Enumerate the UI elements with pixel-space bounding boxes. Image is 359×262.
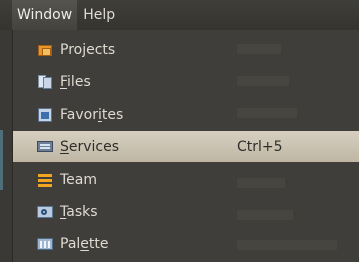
tasks-icon: [37, 204, 53, 220]
menu-item-label: Team: [60, 171, 98, 188]
app-screen: Window Help Projects Files Favorites Ser…: [0, 0, 359, 262]
menubar-window[interactable]: Window: [12, 0, 78, 30]
projects-icon: [37, 42, 53, 58]
team-icon: [37, 172, 53, 188]
favorites-icon: [37, 107, 53, 123]
panel-accent: [0, 130, 3, 190]
palette-icon: [37, 236, 53, 252]
menu-item-label: Projects: [60, 41, 116, 58]
files-icon: [37, 74, 53, 90]
window-menu-dropdown: Projects Files Favorites Services Ctrl+5…: [12, 30, 359, 262]
menu-item-team[interactable]: Team: [13, 164, 359, 195]
menu-item-palette[interactable]: Palette: [13, 228, 359, 259]
menu-item-label: Palette: [60, 235, 109, 252]
menu-item-label: Services: [60, 138, 120, 155]
menubar-help[interactable]: Help: [77, 0, 121, 30]
menu-item-label: Favorites: [60, 106, 124, 123]
menu-item-label: Tasks: [60, 203, 98, 220]
services-icon: [37, 139, 53, 155]
left-panel-edge: [0, 30, 12, 262]
menu-item-tasks[interactable]: Tasks: [13, 196, 359, 227]
menu-item-services[interactable]: Services Ctrl+5: [13, 131, 359, 162]
shortcut-label: Ctrl+5: [237, 138, 283, 155]
menu-item-label: Files: [60, 73, 91, 90]
menu-item-favorites[interactable]: Favorites: [13, 99, 359, 130]
menu-item-projects[interactable]: Projects: [13, 34, 359, 65]
menu-bar: Window Help: [0, 0, 359, 30]
menu-item-files[interactable]: Files: [13, 66, 359, 97]
